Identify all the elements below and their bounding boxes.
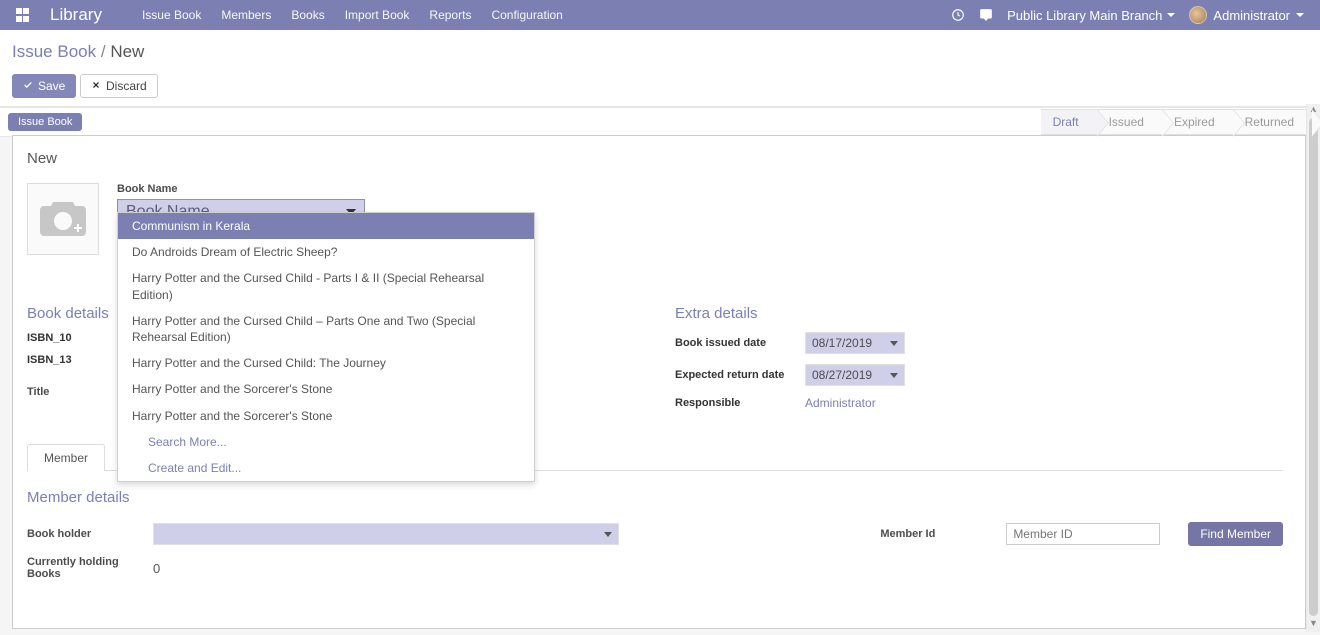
issued-date-field[interactable]: 08/17/2019 <box>805 332 905 354</box>
discard-label: Discard <box>106 79 147 93</box>
messaging-icon[interactable] <box>979 8 993 22</box>
user-name: Administrator <box>1213 8 1290 23</box>
form-statusbar: Issue Book Draft Issued Expired Returned <box>0 107 1320 137</box>
dropdown-option[interactable]: Harry Potter and the Cursed Child – Part… <box>118 308 534 350</box>
outer-scrollbar[interactable]: ▲ ▼ <box>1306 104 1320 632</box>
apps-icon[interactable] <box>16 8 30 22</box>
dropdown-option[interactable]: Communism in Kerala <box>118 213 534 239</box>
dropdown-option[interactable]: Harry Potter and the Cursed Child: The J… <box>118 350 534 376</box>
dropdown-option[interactable]: Harry Potter and the Sorcerer's Stone <box>118 403 534 429</box>
find-member-button[interactable]: Find Member <box>1188 522 1283 546</box>
return-date-value: 08/27/2019 <box>812 368 872 382</box>
scroll-thumb[interactable] <box>1309 118 1318 616</box>
book-holder-field[interactable] <box>153 523 619 545</box>
issued-date-value: 08/17/2019 <box>812 336 872 350</box>
breadcrumb-root[interactable]: Issue Book <box>12 42 96 61</box>
record-title: New <box>27 150 1283 167</box>
nav-books[interactable]: Books <box>291 8 324 22</box>
dropdown-option[interactable]: Harry Potter and the Cursed Child - Part… <box>118 265 534 307</box>
avatar-icon <box>1189 6 1207 24</box>
extra-details-heading: Extra details <box>675 305 1283 322</box>
check-icon <box>23 79 33 93</box>
responsible-label: Responsible <box>675 397 805 409</box>
camera-add-icon <box>40 200 86 239</box>
book-name-field: Book Name Book Name Communism in Kerala … <box>117 183 365 255</box>
dropdown-option[interactable]: Do Androids Dream of Electric Sheep? <box>118 239 534 265</box>
save-label: Save <box>38 79 65 93</box>
nav-members[interactable]: Members <box>221 8 271 22</box>
activities-icon[interactable] <box>951 8 965 22</box>
issue-book-action-button[interactable]: Issue Book <box>8 113 82 131</box>
return-date-label: Expected return date <box>675 369 805 381</box>
caret-down-icon <box>604 532 612 537</box>
dropdown-option[interactable]: Harry Potter and the Sorcerer's Stone <box>118 376 534 402</box>
status-steps: Draft Issued Expired Returned <box>1041 108 1312 136</box>
app-brand[interactable]: Library <box>50 5 102 25</box>
issued-date-label: Book issued date <box>675 337 805 349</box>
member-details-heading: Member details <box>27 489 1283 506</box>
dropdown-search-more[interactable]: Search More... <box>118 429 534 455</box>
company-name: Public Library Main Branch <box>1007 8 1162 23</box>
nav-issue-book[interactable]: Issue Book <box>142 8 201 22</box>
return-date-field[interactable]: 08/27/2019 <box>805 364 905 386</box>
nav-import-book[interactable]: Import Book <box>345 8 410 22</box>
caret-down-icon <box>1296 13 1304 17</box>
form-sheet: New Book Name Book Name Communism in Ker… <box>12 135 1306 629</box>
form-scroll[interactable]: New Book Name Book Name Communism in Ker… <box>13 136 1305 628</box>
user-menu[interactable]: Administrator <box>1189 6 1304 24</box>
member-id-label: Member Id <box>880 528 1006 540</box>
step-draft[interactable]: Draft <box>1041 109 1097 135</box>
caret-down-icon <box>890 373 898 378</box>
caret-down-icon <box>1167 13 1175 17</box>
save-button[interactable]: Save <box>12 74 76 98</box>
discard-button[interactable]: Discard <box>80 74 158 98</box>
nav-configuration[interactable]: Configuration <box>491 8 562 22</box>
company-switcher[interactable]: Public Library Main Branch <box>1007 8 1175 23</box>
extra-details-column: Extra details Book issued date 08/17/201… <box>675 305 1283 420</box>
responsible-link[interactable]: Administrator <box>805 396 876 410</box>
book-name-dropdown: Communism in Kerala Do Androids Dream of… <box>117 212 535 482</box>
member-id-input[interactable] <box>1006 523 1160 545</box>
dropdown-create-edit[interactable]: Create and Edit... <box>118 455 534 481</box>
control-panel: Issue Book / New Save Discard <box>0 30 1320 107</box>
scroll-down-icon[interactable]: ▼ <box>1307 618 1320 632</box>
book-name-label: Book Name <box>117 183 365 195</box>
x-icon <box>91 79 101 93</box>
breadcrumb: Issue Book / New <box>12 38 1320 66</box>
currently-holding-value: 0 <box>153 561 160 576</box>
book-image-placeholder[interactable] <box>27 183 99 255</box>
currently-holding-label: Currently holding Books <box>27 556 153 580</box>
book-holder-label: Book holder <box>27 528 153 540</box>
breadcrumb-current: New <box>110 42 144 61</box>
tab-member[interactable]: Member <box>27 444 105 471</box>
caret-down-icon <box>890 341 898 346</box>
topbar: Library Issue Book Members Books Import … <box>0 0 1320 30</box>
nav-reports[interactable]: Reports <box>429 8 471 22</box>
breadcrumb-sep: / <box>101 42 106 61</box>
